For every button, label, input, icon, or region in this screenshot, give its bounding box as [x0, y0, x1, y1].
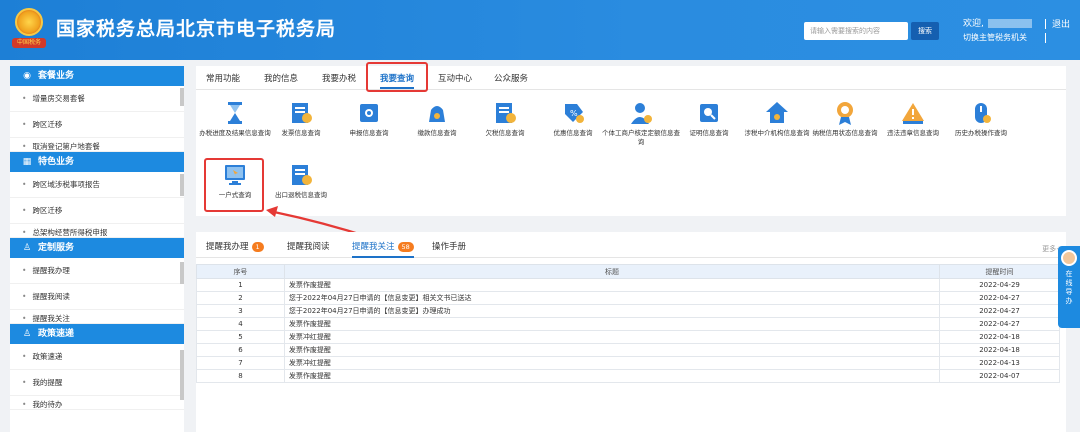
username-redacted — [987, 19, 1032, 28]
tab-remind-handle[interactable]: 提醒我办理 1 — [206, 240, 264, 252]
history-icon — [975, 103, 991, 123]
sidebar-item[interactable]: • 提醒我阅读 — [10, 284, 184, 310]
medal-icon — [837, 102, 853, 125]
tab-my-info[interactable]: 我的信息 — [264, 72, 298, 84]
sidebar-item[interactable]: • 提醒我关注 — [10, 310, 184, 324]
icon-violation-query[interactable]: 违法违章信息查询 — [874, 100, 952, 138]
online-guide-tab[interactable]: 在线导办 — [1058, 246, 1080, 328]
table-row[interactable]: 6 发票作废提醒 2022-04-18 — [196, 343, 1060, 357]
sidebar-section-package[interactable]: ◉ 套餐业务 — [10, 66, 184, 86]
table-row[interactable]: 5 发票冲红提醒 2022-04-18 — [196, 330, 1060, 344]
tab-public-service[interactable]: 公众服务 — [494, 72, 528, 84]
table-row[interactable]: 2 您于2022年04月27日申请的【信息变更】相关文书已送达 2022-04-27 — [196, 291, 1060, 305]
sidebar-item[interactable]: • 跨区迁移 — [10, 112, 184, 138]
user-icon: ♙ — [22, 329, 32, 339]
header-divider — [1045, 33, 1046, 43]
column-header: 序号 — [196, 264, 285, 279]
logout-link[interactable]: 退出 — [1052, 17, 1070, 30]
certificate-icon — [700, 104, 718, 122]
scrollbar[interactable] — [180, 88, 184, 106]
scrollbar[interactable] — [180, 350, 184, 400]
scrollbar[interactable] — [180, 262, 184, 284]
sidebar-item[interactable]: • 增量房交易套餐 — [10, 86, 184, 112]
count-badge: 58 — [397, 242, 414, 252]
declare-icon — [360, 104, 378, 122]
invoice-icon — [292, 165, 312, 185]
reminder-table: 序号 标题 提醒时间 1 发票作废提醒 2022-04-29 2 您于2022年04月… — [196, 264, 1060, 383]
grid-icon: ▦ — [22, 157, 32, 167]
tab-manual[interactable]: 操作手册 — [432, 240, 466, 252]
top-header: 中国税务 国家税务总局北京市电子税务局 请输入需要搜索的内容 搜索 欢迎, 切换… — [0, 0, 1080, 60]
icon-payment-query[interactable]: 缴款信息查询 — [398, 100, 476, 138]
table-row[interactable]: 1 发票作废提醒 2022-04-29 — [196, 278, 1060, 292]
sidebar-item[interactable]: • 跨区域涉税事项报告 — [10, 172, 184, 198]
tab-remind-read[interactable]: 提醒我阅读 — [287, 240, 330, 252]
column-header: 提醒时间 — [939, 264, 1060, 279]
sidebar-item[interactable]: • 政策速递 — [10, 344, 184, 370]
site-title: 国家税务总局北京市电子税务局 — [56, 18, 337, 40]
user-icon: ♙ — [22, 243, 32, 253]
sidebar-section-special[interactable]: ▦ 特色业务 — [10, 152, 184, 172]
table-row[interactable]: 3 您于2022年04月27日申请的【信息变更】办理成功 2022-04-27 — [196, 304, 1060, 318]
search-button[interactable]: 搜索 — [911, 22, 939, 40]
reminder-panel: 提醒我办理 1 提醒我阅读 提醒我关注 58 操作手册 更多+ 序号 标题 提醒时间… — [196, 232, 1066, 432]
scrollbar[interactable] — [180, 174, 184, 196]
search-input[interactable]: 请输入需要搜索的内容 — [804, 22, 908, 40]
icon-invoice-query[interactable]: 发票信息查询 — [262, 100, 340, 138]
column-header: 标题 — [283, 264, 941, 279]
sidebar-section-custom[interactable]: ♙ 定制服务 — [10, 238, 184, 258]
sidebar-item[interactable]: • 取消登记第户地套餐 — [10, 138, 184, 152]
icon-discount-query[interactable]: % 优惠信息查询 — [534, 100, 612, 138]
highlight-box-tab — [366, 62, 428, 92]
avatar-icon — [1061, 250, 1077, 266]
discount-icon: % — [565, 104, 584, 123]
icon-declare-query[interactable]: 申报信息查询 — [330, 100, 408, 138]
switch-org-link[interactable]: 切换主管税务机关 — [963, 32, 1027, 43]
hourglass-icon — [228, 102, 242, 124]
table-row[interactable]: 8 发票作废提醒 2022-04-07 — [196, 369, 1060, 383]
table-row[interactable]: 4 发票作废提醒 2022-04-27 — [196, 317, 1060, 331]
query-panel: 常用功能 我的信息 我要办税 我要查询 互动中心 公众服务 办税进度及结果信息查… — [196, 62, 1066, 216]
person-icon — [631, 103, 652, 124]
icon-certificate-query[interactable]: 证明信息查询 — [670, 100, 748, 138]
sidebar-item[interactable]: • 我的待办 — [10, 396, 184, 410]
icon-history-query[interactable]: 历史办税操作查询 — [942, 100, 1020, 138]
icon-credit-query[interactable]: 纳税信用状态信息查询 — [806, 100, 884, 138]
main-tabs: 常用功能 我的信息 我要办税 我要查询 互动中心 公众服务 — [196, 66, 1066, 90]
icon-individual-query[interactable]: 个体工商户核定定额信息查询 — [602, 100, 680, 147]
header-divider — [1045, 19, 1046, 29]
icon-export-refund-query[interactable]: 出口退税信息查询 — [262, 162, 340, 200]
sidebar-item[interactable]: • 提醒我办理 — [10, 258, 184, 284]
tax-emblem-logo: 中国税务 — [12, 8, 46, 50]
highlight-box-one-stop — [204, 158, 264, 212]
invoice-icon — [496, 103, 516, 123]
money-bag-icon — [429, 106, 445, 122]
tab-tax-handling[interactable]: 我要办税 — [322, 72, 356, 84]
icon-arrears-query[interactable]: 欠税信息查询 — [466, 100, 544, 138]
table-row[interactable]: 7 发票冲红提醒 2022-04-13 — [196, 356, 1060, 370]
count-badge: 1 — [251, 242, 264, 252]
tab-interaction[interactable]: 互动中心 — [438, 72, 472, 84]
sidebar-section-policy[interactable]: ♙ 政策速递 — [10, 324, 184, 344]
tab-remind-follow[interactable]: 提醒我关注 58 — [352, 240, 414, 258]
sidebar-item[interactable]: • 总架构经营所得税申报 — [10, 224, 184, 238]
house-icon — [766, 102, 788, 123]
sidebar-item[interactable]: • 跨区迁移 — [10, 198, 184, 224]
welcome-text: 欢迎, — [963, 16, 1032, 29]
sidebar: ◉ 套餐业务 • 增量房交易套餐 • 跨区迁移 • 取消登记第户地套餐 ▦ 特色业务 • 跨… — [10, 66, 184, 432]
icon-agency-query[interactable]: 涉税中介机构信息查询 — [738, 100, 816, 138]
package-icon: ◉ — [23, 71, 31, 81]
sidebar-item[interactable]: • 我的提醒 — [10, 370, 184, 396]
tab-common[interactable]: 常用功能 — [206, 72, 240, 84]
invoice-icon — [292, 103, 312, 123]
warning-icon — [902, 103, 924, 124]
reminder-tabs: 提醒我办理 1 提醒我阅读 提醒我关注 58 操作手册 更多+ — [196, 232, 1066, 258]
